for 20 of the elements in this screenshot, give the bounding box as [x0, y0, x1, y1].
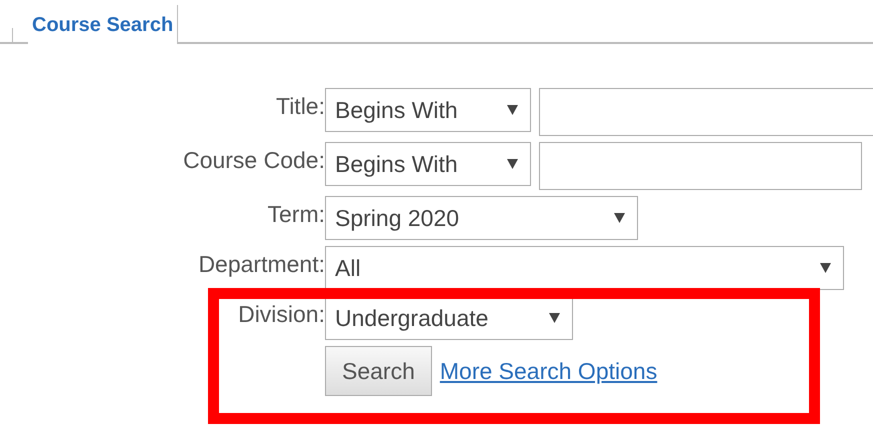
field-label: Term: [268, 201, 325, 227]
caret-icon [820, 263, 831, 273]
dropdown[interactable]: Spring 2020 [325, 196, 638, 240]
field-label: Department: [198, 251, 325, 277]
tab[interactable]: Course Search [28, 5, 178, 44]
field-label: Title: [276, 93, 325, 119]
dropdown[interactable]: All [325, 246, 844, 290]
dropdown[interactable]: Begins With [325, 88, 531, 132]
text-field[interactable] [539, 142, 862, 190]
caret-icon [549, 313, 560, 323]
more-options-link[interactable]: More Search Options [440, 354, 658, 388]
text-field[interactable] [539, 88, 873, 136]
dropdown[interactable]: Begins With [325, 142, 531, 186]
caret-icon [614, 213, 625, 223]
field-label: Division: [238, 301, 325, 327]
caret-icon [507, 105, 518, 115]
caret-icon [507, 159, 518, 169]
field-label: Course Code: [183, 147, 325, 173]
dropdown[interactable]: Undergraduate [325, 296, 573, 340]
search-button[interactable]: Search [325, 346, 432, 396]
